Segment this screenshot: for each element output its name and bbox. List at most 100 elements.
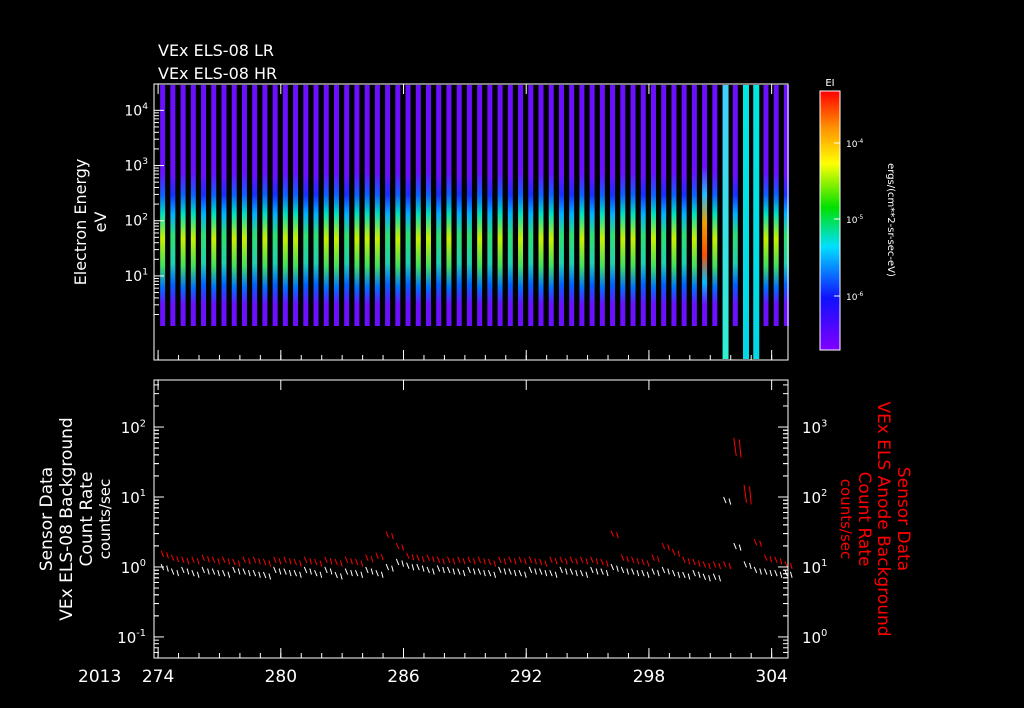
- right-series-segment: [764, 554, 768, 561]
- orbit-stripe: [190, 85, 196, 359]
- left-series-segment: [677, 571, 681, 578]
- title-hr: VEx ELS-08 HR: [158, 64, 277, 83]
- right-series-segment: [344, 556, 349, 563]
- left-series-segment: [196, 571, 200, 578]
- right-series-segment: [166, 552, 169, 559]
- left-series-segment: [743, 561, 747, 568]
- right-series-segment: [329, 558, 333, 565]
- left-series-segment: [667, 568, 670, 575]
- orbit-stripe: [354, 85, 360, 359]
- right-series-segment: [432, 556, 435, 563]
- orbit-stripe: [364, 85, 370, 359]
- right-series-segment: [569, 556, 574, 563]
- right-series-segment: [498, 556, 502, 563]
- right-series-segment: [314, 558, 318, 566]
- orbit-stripe: [211, 85, 217, 359]
- right-series-segment: [181, 556, 185, 563]
- chart-canvas: VEx ELS-08 LR VEx ELS-08 HR 104 103 102 101…: [37, 41, 913, 687]
- right-series-segment: [354, 558, 359, 566]
- right-series-segment: [201, 554, 205, 561]
- left-ylabel-3: Count Rate: [77, 472, 97, 567]
- left-series-segment: [201, 566, 205, 574]
- right-series-segment: [620, 554, 625, 561]
- left-series-segment: [779, 571, 783, 578]
- right-series-segment: [370, 556, 374, 563]
- left-series-segment: [293, 569, 298, 577]
- orbit-stripe: [333, 85, 339, 359]
- y-tick-label: 101: [124, 268, 148, 285]
- right-series-segment: [559, 556, 563, 563]
- right-series-segment: [411, 554, 415, 561]
- orbit-stripe: [661, 85, 667, 359]
- right-series-segment: [657, 556, 660, 563]
- right-series-segment: [309, 558, 312, 565]
- left-series-segment: [498, 566, 502, 574]
- left-series-segment: [651, 568, 655, 575]
- left-series-segment: [595, 568, 599, 575]
- left-series-segment: [380, 571, 384, 578]
- orbit-stripe: [671, 85, 677, 359]
- right-series-segment: [554, 558, 558, 565]
- left-series-segment: [600, 568, 604, 575]
- left-series-segment: [646, 571, 650, 578]
- left-series-segment: [344, 568, 349, 575]
- right-series-segment: [631, 556, 635, 563]
- right-series-segment: [774, 556, 778, 563]
- left-series-segment: [692, 569, 696, 577]
- left-series-segment: [262, 571, 267, 579]
- left-series-segment: [334, 571, 338, 579]
- right-series-segment: [375, 552, 379, 559]
- right-series-segment: [380, 554, 384, 561]
- left-series-segment: [508, 568, 512, 575]
- left-series-segment: [636, 569, 640, 577]
- right-series-segment: [319, 560, 323, 567]
- right-series-segment: [268, 560, 272, 567]
- left-series-segment: [252, 569, 257, 577]
- right-series-segment: [340, 560, 343, 567]
- x-tick-label: 292: [510, 667, 542, 687]
- right-series-segment: [406, 552, 410, 559]
- left-series-segment: [738, 544, 742, 551]
- left-ylabel-2: VEx ELS-08 Background: [57, 417, 77, 620]
- right-series-segment: [457, 556, 461, 563]
- right-series-segment: [360, 560, 364, 567]
- left-series-segment: [324, 566, 328, 574]
- orbit-stripe: [691, 85, 697, 359]
- orbit-stripe: [160, 85, 166, 359]
- left-series-segment: [248, 569, 251, 577]
- left-series-segment: [391, 565, 394, 572]
- right-series-segment: [671, 548, 676, 556]
- left-series-segment: [764, 568, 768, 575]
- right-series-segment: [595, 558, 599, 565]
- right-series-segment: [283, 556, 287, 563]
- orbit-stripe: [579, 85, 585, 359]
- left-series-segment: [544, 569, 548, 577]
- right-series-segment: [365, 554, 369, 561]
- left-series-segment: [661, 566, 666, 574]
- orbit-stripe: [385, 85, 391, 359]
- left-ylabel-1: Sensor Data: [37, 467, 57, 571]
- right-series-segment: [170, 554, 175, 561]
- right-series-segment: [636, 558, 640, 565]
- spectrogram-ylabel-2: eV: [91, 212, 110, 233]
- left-series-segment: [708, 575, 711, 582]
- left-series-segment: [232, 566, 236, 574]
- right-series-segment: [477, 556, 482, 563]
- right-y-tick-label: 103: [802, 418, 827, 437]
- right-series-segment: [682, 556, 686, 563]
- colorbar-label: ergs/(cm**2-sr-sec-eV): [885, 163, 896, 277]
- orbit-stripe: [702, 85, 708, 359]
- right-series-segment: [299, 560, 302, 567]
- orbit-stripe: [773, 85, 779, 359]
- left-series-segment: [329, 568, 333, 575]
- orbit-stripe: [477, 85, 483, 359]
- right-series-segment: [565, 558, 568, 565]
- right-series-segment: [743, 484, 747, 503]
- orbit-stripe: [323, 85, 329, 359]
- orbit-stripe: [528, 85, 534, 359]
- right-series-segment: [697, 560, 701, 567]
- left-series-segment: [181, 566, 185, 574]
- right-series-segment: [452, 558, 456, 565]
- orbit-stripe: [722, 85, 729, 359]
- right-ylabel-4: counts/sec: [837, 479, 855, 559]
